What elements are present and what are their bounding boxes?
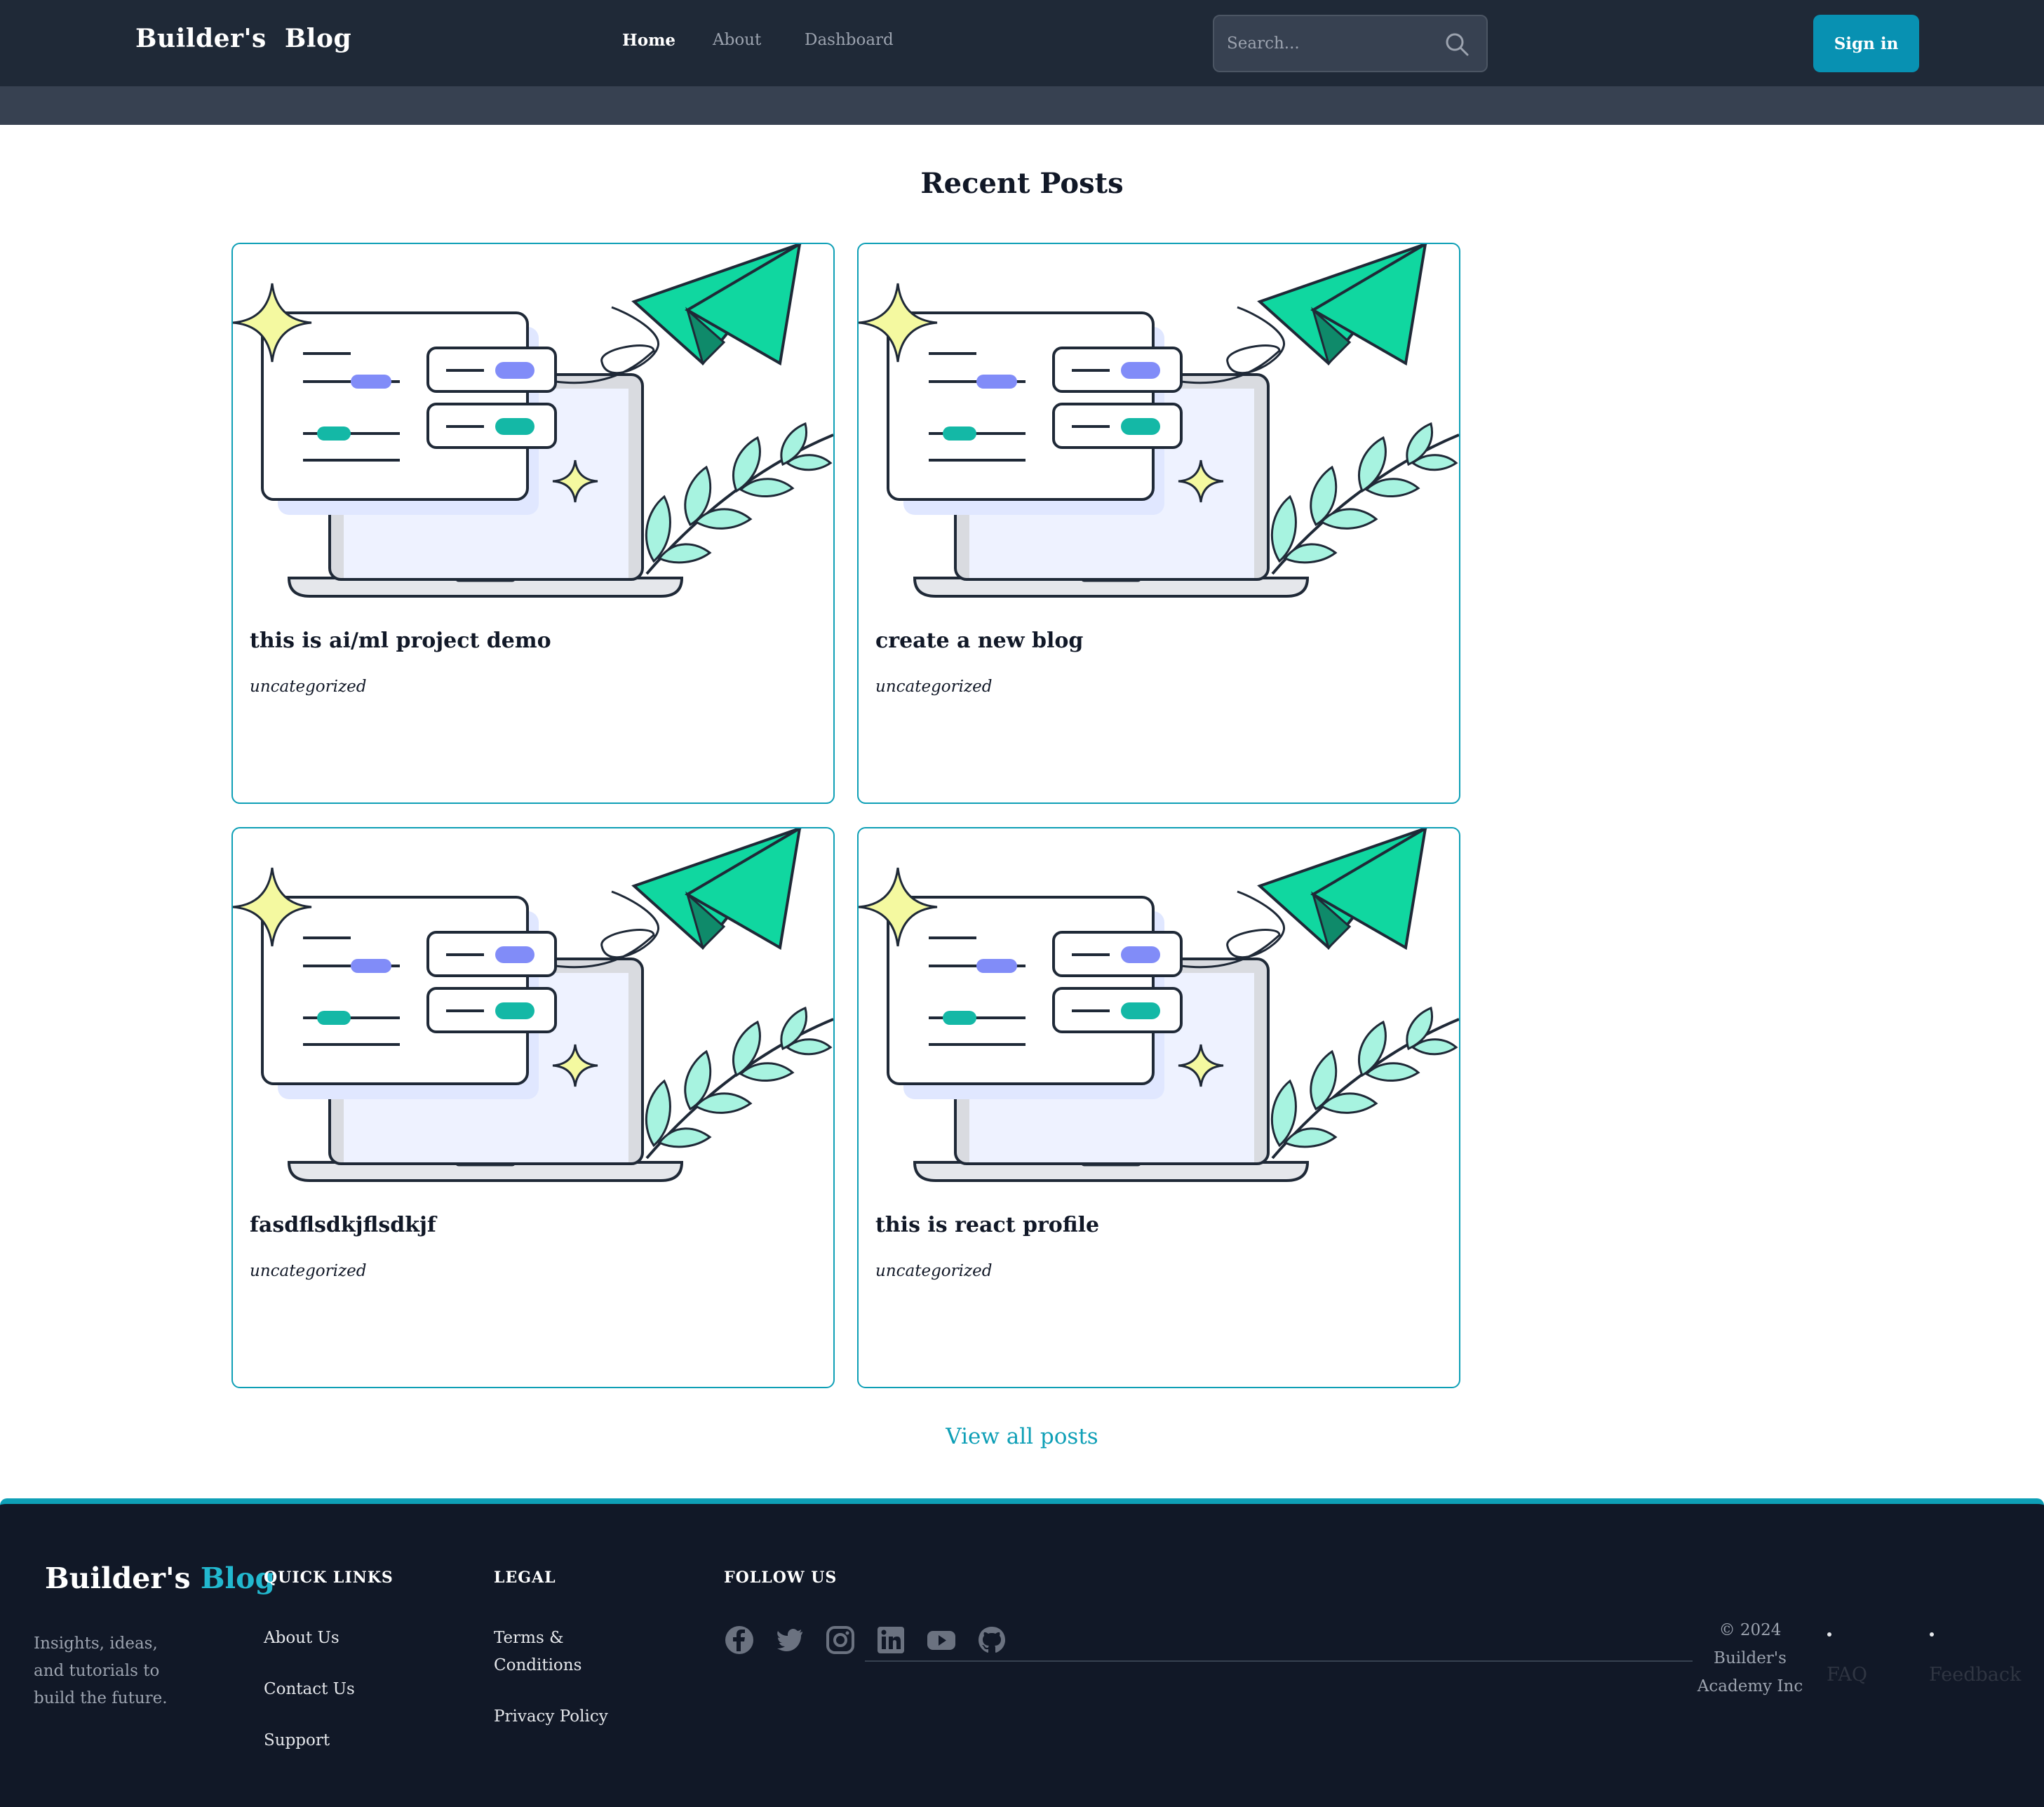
bullet [1827,1632,1831,1637]
nav-about-link[interactable]: About [713,31,761,49]
post-card[interactable]: this is ai/ml project demo uncategorized [231,243,835,804]
instagram-icon[interactable] [825,1625,856,1655]
page-title: Recent Posts [920,167,1124,200]
post-title[interactable]: this is ai/ml project demo [250,629,551,653]
post-thumbnail [859,244,1459,598]
twitter-icon[interactable] [774,1625,805,1655]
youtube-icon[interactable] [926,1625,957,1655]
post-title[interactable]: this is react profile [875,1213,1099,1237]
nav-band [0,86,2044,125]
github-icon[interactable] [976,1625,1007,1655]
search-box [1213,15,1488,72]
about-us-link[interactable]: About Us [264,1625,339,1652]
nav-home-link[interactable]: Home [622,31,675,50]
quick-links-heading: QUICK LINKS [264,1568,394,1587]
post-card[interactable]: this is react profile uncategorized [857,827,1460,1388]
contact-us-link[interactable]: Contact Us [264,1676,355,1703]
site-footer: Builder's Blog Insights, ideas, and tuto… [0,1498,2044,1807]
post-category: uncategorized [250,1262,367,1280]
footer-logo[interactable]: Builder's Blog [45,1561,275,1595]
post-thumbnail [859,828,1459,1182]
post-title[interactable]: create a new blog [875,629,1083,653]
facebook-icon[interactable] [724,1625,755,1655]
search-icon[interactable] [1443,30,1471,58]
post-thumbnail [233,244,833,598]
privacy-policy-link[interactable]: Privacy Policy [494,1703,608,1731]
view-all-posts-link[interactable]: View all posts [0,1424,2044,1449]
post-category: uncategorized [875,1262,993,1280]
faq-link[interactable]: FAQ [1827,1664,1867,1686]
feedback-link[interactable]: Feedback [1929,1664,2021,1686]
post-thumbnail [233,828,833,1182]
post-title[interactable]: fasdflsdkjflsdkjf [250,1213,436,1237]
support-link[interactable]: Support [264,1727,330,1754]
linkedin-icon[interactable] [875,1625,906,1655]
legal-heading: LEGAL [494,1568,556,1587]
copyright-text: © 2024 Builder's Academy Inc [1697,1621,1803,1695]
bullet [1930,1632,1934,1637]
sign-in-button[interactable]: Sign in [1813,15,1919,72]
footer-logo-main: Builder's [45,1561,191,1595]
post-category: uncategorized [250,678,367,696]
post-category: uncategorized [875,678,993,696]
footer-tagline: Insights, ideas, and tutorials to build … [34,1634,168,1707]
nav-dashboard-link[interactable]: Dashboard [805,31,894,49]
site-logo[interactable]: Builder's Blog [135,24,351,53]
search-input[interactable] [1227,29,1437,58]
post-card[interactable]: fasdflsdkjflsdkjf uncategorized [231,827,835,1388]
follow-us-heading: FOLLOW US [724,1568,838,1587]
footer-divider [865,1660,1693,1662]
post-card[interactable]: create a new blog uncategorized [857,243,1460,804]
terms-link[interactable]: Terms & Conditions [494,1625,620,1679]
top-navbar: Builder's Blog Home About Dashboard Sign… [0,0,2044,86]
